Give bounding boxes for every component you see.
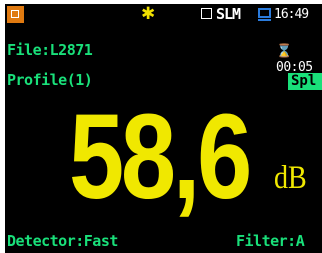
detector-setting: Detector:Fast [7,232,118,250]
file-name: File:L2871 [7,41,93,59]
status-bar: ✱ SLM 16:49 [5,4,322,25]
display-screen-icon [258,8,271,21]
filter-setting: Filter:A [236,232,305,250]
mode-label: SLM [216,5,241,23]
meter-display: ✱ SLM 16:49 File:L2871 ⌛00:05 Profile(1)… [5,4,322,253]
profile-label: Profile(1) [7,71,93,89]
record-indicator-icon [7,6,24,23]
clock-time: 16:49 [274,7,309,22]
measurement-value: 58,6 [69,88,252,224]
backlight-sun-icon: ✱ [141,4,156,24]
result-type-badge[interactable]: Spl [288,73,322,90]
slm-mode-checkbox-icon [201,8,212,19]
elapsed-timer: ⌛00:05 [276,44,313,75]
measurement-unit: dB [274,160,307,196]
